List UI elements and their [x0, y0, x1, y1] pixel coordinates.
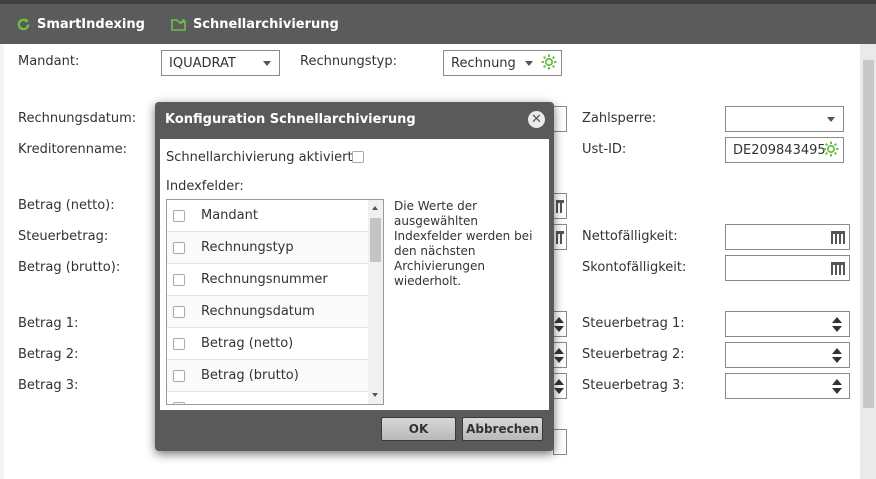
- steuerbetrag2-label: Steuerbetrag 2:: [582, 347, 685, 362]
- item-checkbox[interactable]: [173, 338, 185, 350]
- nettofaelligkeit-field[interactable]: [725, 224, 850, 250]
- betrag3-label: Betrag 3:: [18, 378, 79, 393]
- item-label: Rechnungsnummer: [201, 272, 328, 287]
- item-checkbox[interactable]: [173, 306, 185, 318]
- indexfelder-label: Indexfelder:: [166, 179, 244, 194]
- indexfelder-note: Die Werte der ausgewählten Indexfelder w…: [394, 199, 533, 288]
- steuerbetrag-label: Steuerbetrag:: [18, 229, 109, 244]
- item-checkbox[interactable]: [173, 274, 185, 286]
- steuerbetrag3-field[interactable]: [725, 373, 850, 399]
- dialog-title: Konfiguration Schnellarchivierung: [165, 112, 416, 127]
- schnellarchivierung-config-dialog: Konfiguration Schnellarchivierung ✕ Schn…: [155, 102, 554, 451]
- ustid-label: Ust-ID:: [582, 142, 627, 157]
- mandant-label: Mandant:: [18, 54, 80, 69]
- betrag-brutto-label: Betrag (brutto):: [18, 260, 121, 275]
- item-label: Mandant: [201, 208, 258, 223]
- cancel-button[interactable]: Abbrechen: [462, 417, 543, 441]
- zahlsperre-select[interactable]: [725, 106, 844, 132]
- dialog-body: Schnellarchivierung aktiviert: Indexfeld…: [160, 139, 549, 410]
- activated-checkbox[interactable]: [352, 151, 364, 163]
- chevron-down-icon: [263, 61, 271, 66]
- spinner-icon[interactable]: [832, 348, 842, 363]
- betrag2-field-edge[interactable]: [553, 342, 567, 368]
- gear-icon[interactable]: [541, 54, 557, 70]
- steuerbetrag1-label: Steuerbetrag 1:: [582, 316, 685, 331]
- list-item[interactable]: Rechnungsdatum: [167, 296, 368, 328]
- chevron-down-icon: [827, 117, 835, 122]
- smartindexing-button[interactable]: SmartIndexing: [16, 17, 145, 32]
- skontofaelligkeit-label: Skontofälligkeit:: [582, 260, 687, 275]
- skontofaelligkeit-field[interactable]: [725, 255, 850, 281]
- archive-folder-icon: [171, 18, 186, 31]
- steuerbetrag2-field[interactable]: [725, 342, 850, 368]
- item-label: Betrag (brutto): [201, 368, 299, 383]
- schnellarchivierung-label: Schnellarchivierung: [192, 16, 339, 32]
- mandant-value: IQUADRAT: [169, 55, 236, 71]
- item-checkbox[interactable]: [173, 370, 185, 382]
- mandant-select[interactable]: IQUADRAT: [161, 50, 280, 76]
- betrag3-field-edge[interactable]: [553, 373, 567, 399]
- kreditorenname-label: Kreditorenname:: [18, 142, 128, 157]
- gear-icon[interactable]: [823, 141, 839, 157]
- betrag1-field-edge[interactable]: [553, 311, 567, 337]
- refresh-icon: [17, 17, 30, 30]
- list-item[interactable]: Rechnungstyp: [167, 232, 368, 264]
- spinner-icon[interactable]: [832, 379, 842, 394]
- smartindexing-label: SmartIndexing: [37, 16, 145, 32]
- calendar-icon[interactable]: [831, 262, 845, 275]
- bottom-field-edge[interactable]: [553, 429, 567, 455]
- calendar-icon[interactable]: [831, 231, 845, 244]
- rechnungstyp-select[interactable]: Rechnung: [443, 50, 562, 76]
- list-item[interactable]: Betrag (netto): [167, 328, 368, 360]
- ok-button[interactable]: OK: [381, 417, 456, 441]
- calendar-icon[interactable]: [556, 200, 564, 213]
- calendar-icon[interactable]: [556, 231, 564, 244]
- list-item[interactable]: Betrag (brutto): [167, 360, 368, 392]
- steuerbetrag3-label: Steuerbetrag 3:: [582, 378, 685, 393]
- betrag2-label: Betrag 2:: [18, 347, 79, 362]
- list-item[interactable]: Rechnungsnummer: [167, 264, 368, 296]
- item-checkbox[interactable]: [173, 242, 185, 254]
- rechnungstyp-label: Rechnungstyp:: [300, 54, 397, 69]
- page-scrollbar-thumb[interactable]: [863, 60, 874, 408]
- scroll-up-icon[interactable]: [372, 206, 378, 210]
- item-label: Betrag (netto): [201, 336, 294, 351]
- top-toolbar: SmartIndexing Schnellarchivierung: [0, 0, 876, 44]
- rechnungsdatum-label: Rechnungsdatum:: [18, 111, 137, 126]
- item-label: Rechnungsdatum: [201, 304, 315, 319]
- steuerbetrag1-field[interactable]: [725, 311, 850, 337]
- list-scrollbar-thumb[interactable]: [370, 218, 381, 262]
- spinner-icon[interactable]: [554, 348, 564, 363]
- ustid-value: DE209843495: [733, 142, 826, 158]
- spinner-icon[interactable]: [554, 379, 564, 394]
- chevron-down-icon: [525, 61, 533, 66]
- schnellarchivierung-button[interactable]: Schnellarchivierung: [171, 17, 339, 32]
- item-checkbox[interactable]: [173, 210, 185, 222]
- rechnungsdatum-field-edge[interactable]: [553, 106, 567, 132]
- item-checkbox[interactable]: [173, 402, 185, 404]
- item-label: Rechnungstyp: [201, 240, 294, 255]
- close-icon[interactable]: ✕: [528, 111, 545, 128]
- betrag-netto-label: Betrag (netto):: [18, 198, 115, 213]
- rechnungstyp-value: Rechnung: [451, 55, 516, 71]
- nettofaelligkeit-label: Nettofälligkeit:: [582, 229, 678, 244]
- betrag1-label: Betrag 1:: [18, 316, 79, 331]
- indexfelder-list: Mandant Rechnungstyp Rechnungsnummer Rec…: [166, 199, 384, 405]
- zahlsperre-label: Zahlsperre:: [582, 111, 657, 126]
- spinner-icon[interactable]: [554, 317, 564, 332]
- list-item-partial[interactable]: [167, 392, 368, 404]
- steuerbetrag-field-edge[interactable]: [553, 224, 567, 250]
- betrag-netto-field-edge[interactable]: [553, 193, 567, 219]
- ustid-field[interactable]: DE209843495: [725, 137, 844, 163]
- scroll-down-icon[interactable]: [372, 393, 378, 397]
- spinner-icon[interactable]: [832, 317, 842, 332]
- list-item[interactable]: Mandant: [167, 200, 368, 232]
- activated-label: Schnellarchivierung aktiviert:: [166, 150, 357, 165]
